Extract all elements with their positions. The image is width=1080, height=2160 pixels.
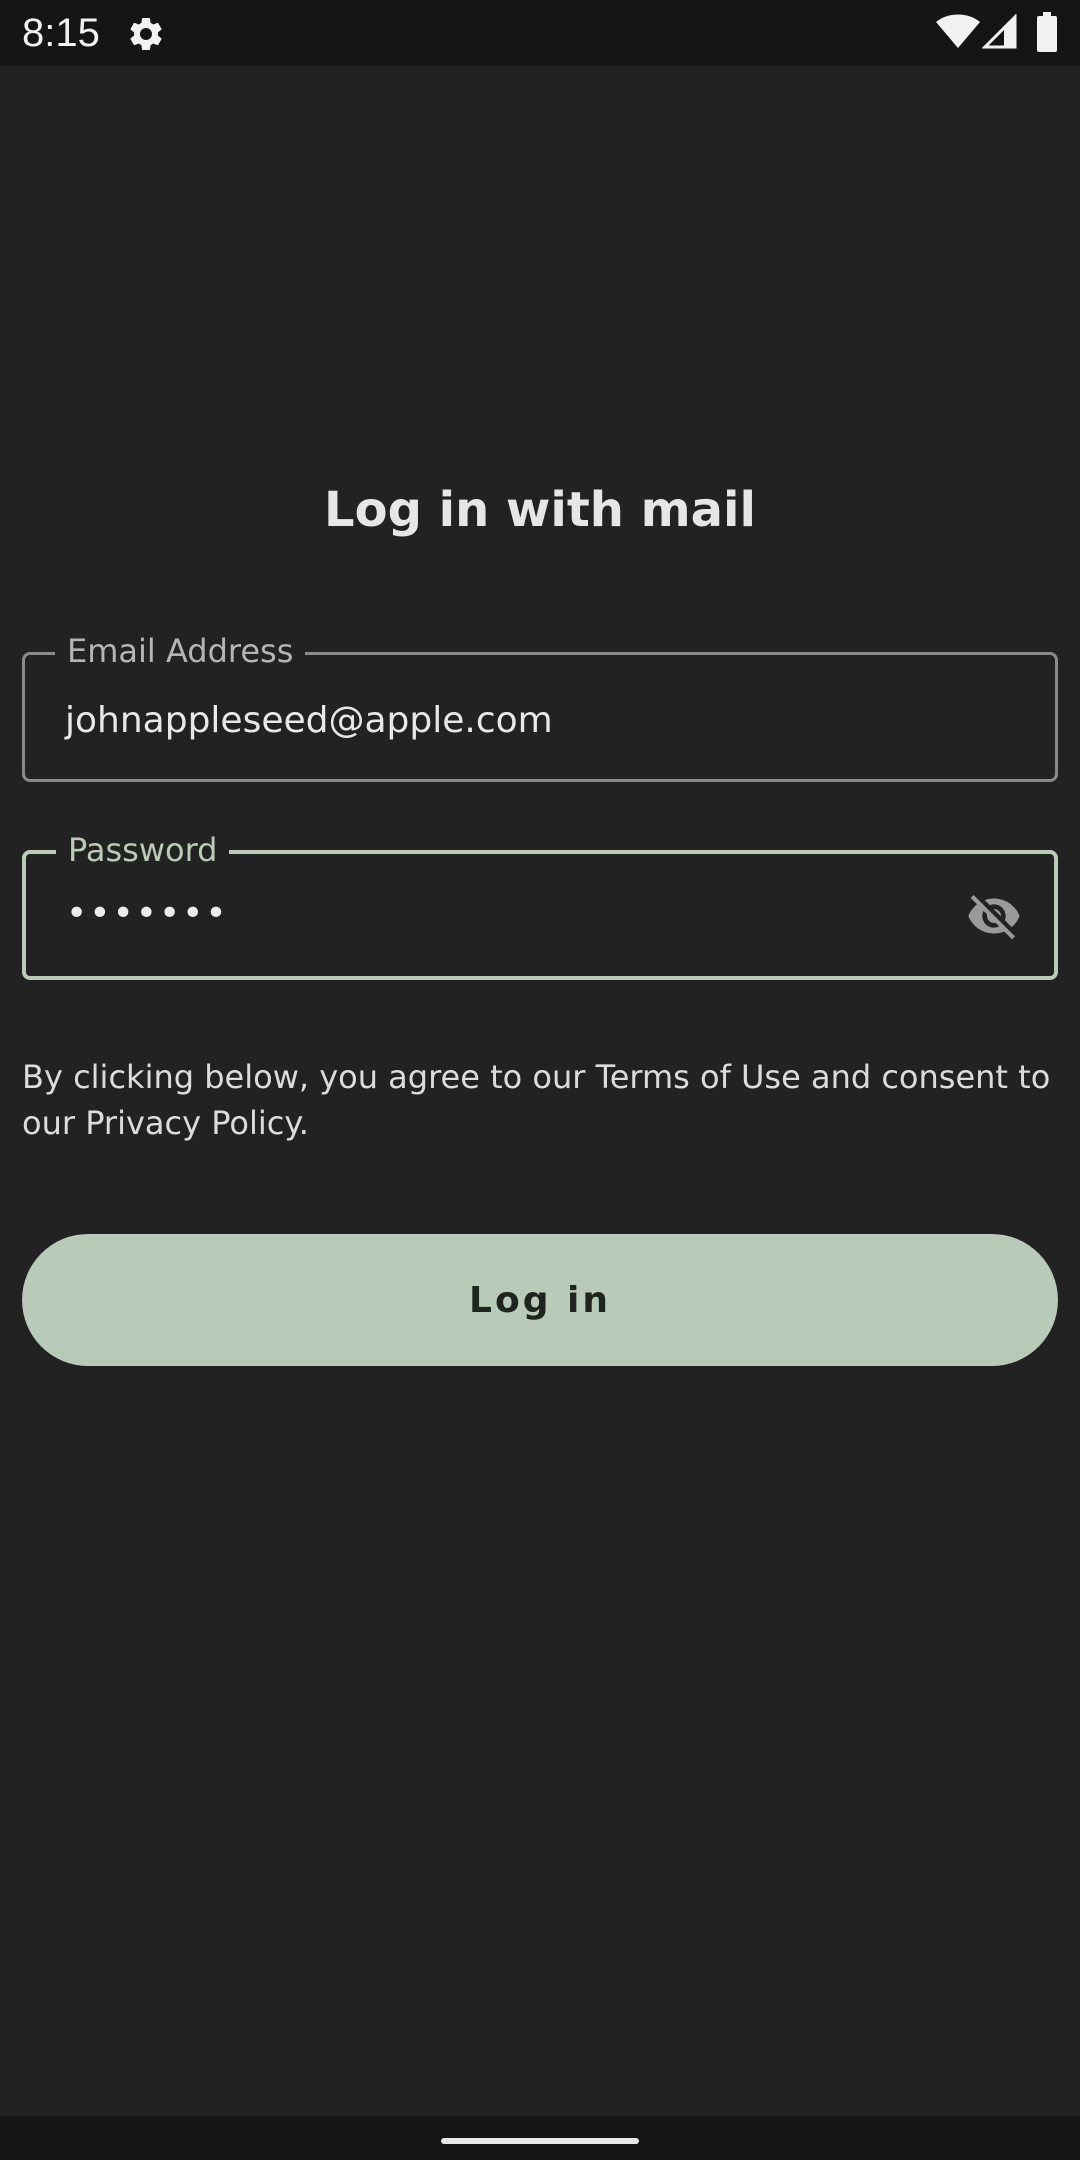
consent-text: By clicking below, you agree to our Term… [22,1058,1051,1142]
wifi-icon [936,14,980,48]
status-bar: 8:15 [0,0,1080,66]
visibility-off-icon[interactable] [964,888,1024,944]
navigation-bar [0,2116,1080,2160]
login-button[interactable]: Log in [22,1234,1058,1366]
password-field[interactable]: Password ••••••• [22,828,1058,980]
password-field-value[interactable]: ••••••• [66,892,229,936]
status-time: 8:15 [22,11,100,55]
gear-icon [130,17,162,50]
page-title: Log in with mail [324,482,756,538]
signal-icon [982,14,1017,49]
email-field[interactable]: Email Address johnappleseed@apple.com [22,629,1058,782]
email-field-value[interactable]: johnappleseed@apple.com [65,699,553,743]
battery-icon [1037,12,1057,52]
password-field-label: Password [56,828,230,872]
email-field-label: Email Address [55,629,306,673]
home-gesture-handle[interactable] [441,2138,639,2144]
login-screen: 8:15 Log in with mail Email Address john… [0,0,1080,2160]
